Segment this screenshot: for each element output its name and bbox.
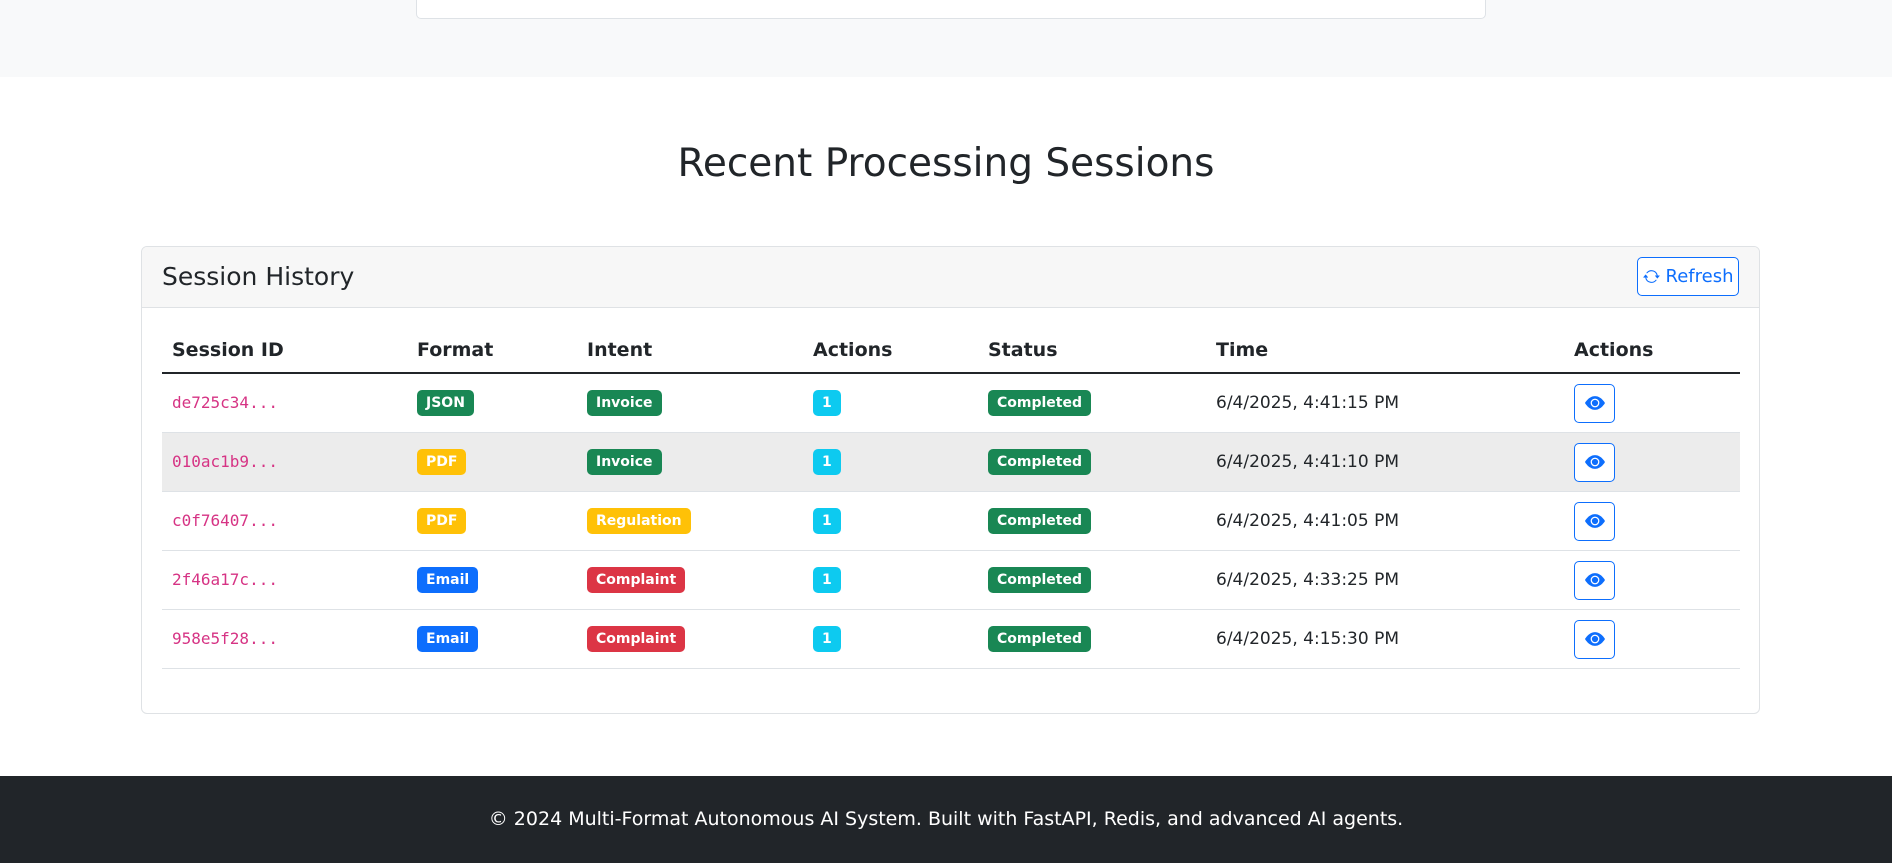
status-badge: Completed (988, 626, 1092, 652)
eye-icon (1584, 514, 1605, 528)
intent-badge: Complaint (587, 567, 686, 593)
refresh-button[interactable]: Refresh (1637, 257, 1739, 296)
eye-icon (1584, 573, 1605, 587)
session-id: c0f76407... (172, 511, 278, 530)
eye-icon (1584, 455, 1605, 469)
view-session-button[interactable] (1574, 560, 1615, 600)
header-time: Time (1206, 328, 1564, 374)
actions-count-badge: 1 (813, 626, 841, 652)
refresh-label: Refresh (1665, 266, 1734, 287)
eye-icon (1584, 396, 1605, 410)
footer-text: © 2024 Multi-Format Autonomous AI System… (488, 808, 1404, 830)
session-history-card: Session History Refresh Session ID Forma… (141, 246, 1760, 714)
intent-badge: Invoice (587, 449, 662, 475)
actions-count-badge: 1 (813, 508, 841, 534)
intent-badge: Invoice (587, 390, 662, 416)
status-badge: Completed (988, 390, 1092, 416)
card-title: Session History (162, 262, 355, 291)
actions-count-badge: 1 (813, 449, 841, 475)
session-time: 6/4/2025, 4:33:25 PM (1216, 570, 1400, 590)
table-row: de725c34... JSON Invoice 1 Completed 6/4… (162, 373, 1740, 433)
table-header-row: Session ID Format Intent Actions Status … (162, 328, 1740, 374)
header-actions: Actions (1564, 328, 1740, 374)
status-badge: Completed (988, 567, 1092, 593)
session-id: 2f46a17c... (172, 570, 278, 589)
intent-badge: Regulation (587, 508, 691, 534)
eye-icon (1584, 632, 1605, 646)
status-badge: Completed (988, 508, 1092, 534)
session-id: 010ac1b9... (172, 452, 278, 471)
view-session-button[interactable] (1574, 501, 1615, 541)
format-badge: PDF (417, 508, 467, 534)
session-time: 6/4/2025, 4:41:15 PM (1216, 393, 1400, 413)
session-time: 6/4/2025, 4:41:05 PM (1216, 511, 1400, 531)
top-card (416, 0, 1486, 19)
view-session-button[interactable] (1574, 619, 1615, 659)
view-session-button[interactable] (1574, 442, 1615, 482)
sessions-table: Session ID Format Intent Actions Status … (162, 328, 1740, 669)
table-row: 2f46a17c... Email Complaint 1 Completed … (162, 550, 1740, 610)
table-row: 010ac1b9... PDF Invoice 1 Completed 6/4/… (162, 432, 1740, 492)
footer: © 2024 Multi-Format Autonomous AI System… (0, 776, 1892, 863)
format-badge: Email (417, 626, 479, 652)
sync-icon (1642, 270, 1660, 283)
intent-badge: Complaint (587, 626, 686, 652)
session-time: 6/4/2025, 4:41:10 PM (1216, 452, 1400, 472)
session-id: de725c34... (172, 393, 278, 412)
card-header: Session History Refresh (142, 247, 1759, 308)
header-actions-count: Actions (803, 328, 978, 374)
actions-count-badge: 1 (813, 567, 841, 593)
table-row: c0f76407... PDF Regulation 1 Completed 6… (162, 491, 1740, 551)
actions-count-badge: 1 (813, 390, 841, 416)
session-time: 6/4/2025, 4:15:30 PM (1216, 629, 1400, 649)
status-badge: Completed (988, 449, 1092, 475)
format-badge: PDF (417, 449, 467, 475)
format-badge: Email (417, 567, 479, 593)
top-section (0, 0, 1892, 77)
session-id: 958e5f28... (172, 629, 278, 648)
header-format: Format (407, 328, 577, 374)
view-session-button[interactable] (1574, 383, 1615, 423)
header-session-id: Session ID (162, 328, 407, 374)
format-badge: JSON (417, 390, 474, 416)
header-status: Status (978, 328, 1206, 374)
section-title: Recent Processing Sessions (677, 141, 1215, 186)
header-intent: Intent (577, 328, 803, 374)
table-row: 958e5f28... Email Complaint 1 Completed … (162, 609, 1740, 669)
